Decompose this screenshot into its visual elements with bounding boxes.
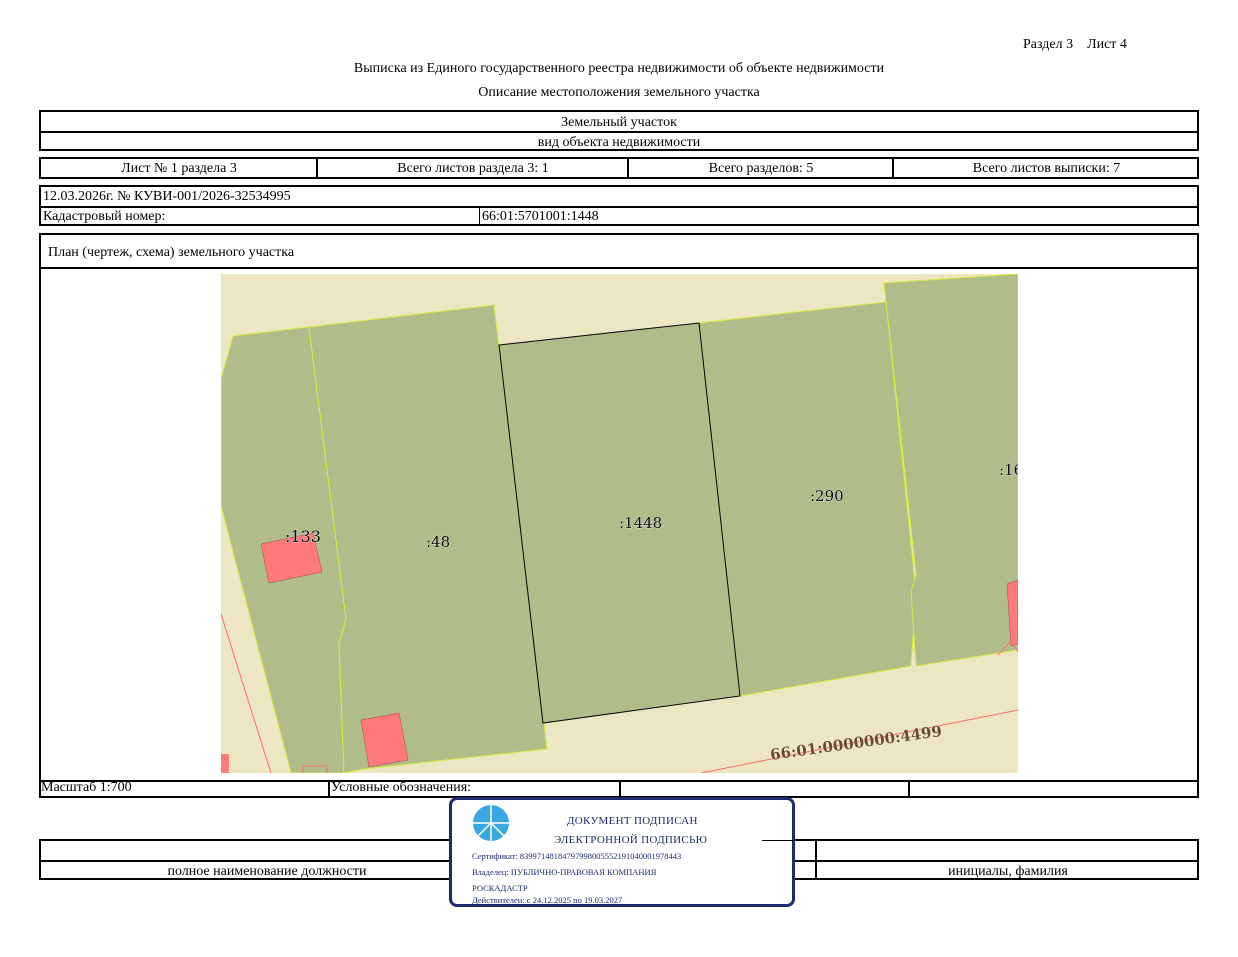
label-48: :48 xyxy=(426,533,450,551)
stamp-line2: ЭЛЕКТРОННОЙ ПОДПИСЬЮ xyxy=(554,834,708,846)
object-name: Земельный участок xyxy=(561,114,677,130)
record-table: 12.03.2026г. № КУВИ-001/2026-32534995 Ка… xyxy=(39,185,1199,226)
name-caption: инициалы, фамилия xyxy=(948,863,1068,879)
document-subtitle: Описание местоположения земельного участ… xyxy=(478,85,760,100)
label-16: :16 xyxy=(999,461,1018,479)
stamp-owner-name: РОСКАДАСТР xyxy=(472,883,528,893)
e-signature-stamp: ДОКУМЕНТ ПОДПИСАН ЭЛЕКТРОННОЙ ПОДПИСЬЮ С… xyxy=(449,797,798,907)
label-290: :290 xyxy=(810,487,844,505)
stamp-owner: Владелец: ПУБЛИЧНО-ПРАВОВАЯ КОМПАНИЯ xyxy=(472,867,657,877)
position-caption: полное наименование должности xyxy=(167,863,367,879)
stamp-validity: Действителен: с 24.12.2025 по 19.03.2027 xyxy=(472,895,623,905)
cadastral-number-label: Кадастровый номер: xyxy=(43,209,166,224)
stamp-line1: ДОКУМЕНТ ПОДПИСАН xyxy=(567,815,698,827)
total-sheets-extract: Всего листов выписки: 7 xyxy=(972,160,1121,176)
building-edge xyxy=(221,754,229,773)
object-type-table: Земельный участок вид объекта недвижимос… xyxy=(39,110,1199,151)
scale-label: Масштаб 1:700 xyxy=(41,780,132,795)
rosreestr-logo-icon xyxy=(473,805,509,841)
plan-map: :133 :48 :1448 :290 :16 66:01:0000000:44… xyxy=(221,274,1018,773)
label-133: :133 xyxy=(285,527,321,546)
total-sections: Всего разделов: 5 xyxy=(708,160,814,176)
scale-legend-row: Масштаб 1:700 Условные обозначения: xyxy=(39,780,1199,798)
cadastral-number-value: 66:01:5701001:1448 xyxy=(482,209,599,224)
section-sheet-label: Раздел 3 Лист 4 xyxy=(1023,37,1127,52)
record-date-number: 12.03.2026г. № КУВИ-001/2026-32534995 xyxy=(43,189,291,204)
legend-label: Условные обозначения: xyxy=(331,780,472,795)
document-title: Выписка из Единого государственного реес… xyxy=(353,61,885,76)
sheet-number: Лист № 1 раздела 3 xyxy=(121,160,237,176)
object-type-caption: вид объекта недвижимости xyxy=(537,134,701,150)
plan-heading: План (чертеж, схема) земельного участка xyxy=(48,245,295,260)
total-sheets-section: Всего листов раздела 3: 1 xyxy=(397,160,549,176)
label-1448: :1448 xyxy=(619,514,662,532)
stamp-certificate: Сертификат: 8399714818479799800555219104… xyxy=(472,851,682,861)
sheets-table: Лист № 1 раздела 3 Всего листов раздела … xyxy=(39,157,1199,179)
